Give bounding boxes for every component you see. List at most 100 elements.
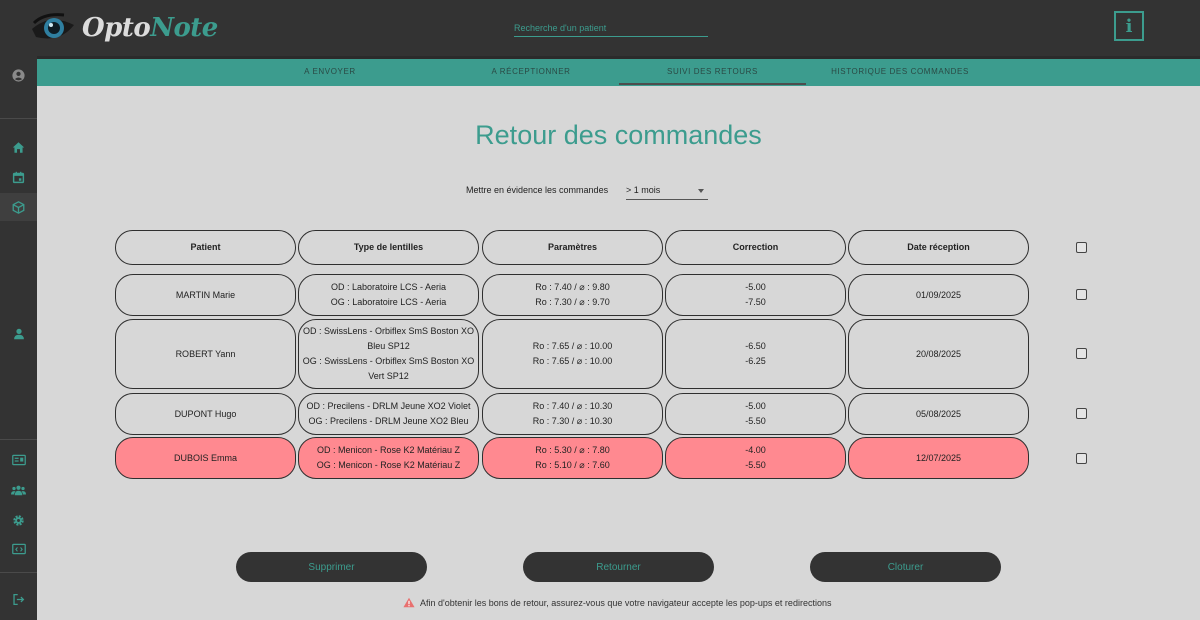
row-4-params: Ro : 5.30 / ⌀ : 7.80 Ro : 5.10 / ⌀ : 7.6… — [482, 437, 663, 479]
correction-od: -5.00 — [745, 401, 766, 411]
row-4-date: 12/07/2025 — [848, 437, 1029, 479]
home-icon[interactable] — [0, 133, 37, 161]
lens-og: OG : Menicon - Rose K2 Matériau Z — [316, 460, 461, 470]
gear-icon[interactable] — [0, 506, 37, 534]
row-4-checkbox[interactable] — [1076, 453, 1087, 464]
row-2-patient: ROBERT Yann — [115, 319, 296, 389]
delete-button[interactable]: Supprimer — [236, 552, 427, 582]
row-1-patient: MARTIN Marie — [115, 274, 296, 316]
correction-od: -5.00 — [745, 282, 766, 292]
correction-og: -5.50 — [745, 460, 766, 470]
code-window-icon[interactable] — [0, 535, 37, 563]
reception-date: 01/09/2025 — [915, 289, 962, 300]
params-og: Ro : 7.65 / ⌀ : 10.00 — [532, 356, 613, 366]
params-od: Ro : 5.30 / ⌀ : 7.80 — [535, 445, 610, 455]
page-title: Retour des commandes — [475, 120, 762, 150]
info-button[interactable]: i — [1114, 11, 1144, 41]
header-parameters: Paramètres — [482, 230, 663, 265]
return-button[interactable]: Retourner — [523, 552, 714, 582]
row-3-correction: -5.00 -5.50 — [665, 393, 846, 435]
row-4-correction: -4.00 -5.50 — [665, 437, 846, 479]
patient-name: DUBOIS Emma — [173, 452, 237, 463]
header-correction: Correction — [665, 230, 846, 265]
correction-od: -4.00 — [745, 445, 766, 455]
row-4-lens: OD : Menicon - Rose K2 Matériau Z OG : M… — [298, 437, 479, 479]
patient-search-input[interactable] — [514, 19, 708, 37]
sidebar-divider — [0, 572, 37, 573]
top-bar: OptoNote i — [0, 0, 1200, 56]
app-logo[interactable]: OptoNote — [30, 8, 218, 48]
logo-text: OptoNote — [82, 13, 218, 43]
lens-od: OD : SwissLens - Orbiflex SmS Boston XO — [302, 326, 475, 336]
logout-icon[interactable] — [0, 585, 37, 613]
row-3-params: Ro : 7.40 / ⌀ : 10.30 Ro : 7.30 / ⌀ : 10… — [482, 393, 663, 435]
id-card-icon[interactable] — [0, 446, 37, 474]
warning-icon — [403, 597, 415, 608]
header-lens-type: Type de lentilles — [298, 230, 479, 265]
row-4-patient: DUBOIS Emma — [115, 437, 296, 479]
params-og: Ro : 7.30 / ⌀ : 9.70 — [535, 297, 610, 307]
sidebar-divider — [0, 439, 37, 440]
lens-od: OD : Laboratoire LCS - Aeria — [330, 282, 447, 292]
lens-od: OD : Menicon - Rose K2 Matériau Z — [316, 445, 461, 455]
lens-og: OG : Precilens - DRLM Jeune XO2 Bleu — [308, 416, 469, 426]
lens-og: OG : SwissLens - Orbiflex SmS Boston XO — [302, 356, 475, 366]
correction-og: -7.50 — [745, 297, 766, 307]
highlight-filter-value: > 1 mois — [626, 185, 661, 195]
tab-suivi-des-retours[interactable]: SUIVI DES RETOURS — [619, 67, 806, 76]
calendar-icon[interactable] — [0, 163, 37, 191]
person-icon[interactable] — [0, 320, 37, 348]
box-icon[interactable] — [0, 193, 37, 221]
lens-og: OG : Laboratoire LCS - Aeria — [330, 297, 447, 307]
row-1-lens: OD : Laboratoire LCS - Aeria OG : Labora… — [298, 274, 479, 316]
notice-text: Afin d'obtenir les bons de retour, assur… — [420, 597, 832, 608]
row-2-checkbox[interactable] — [1076, 348, 1087, 359]
reception-date: 12/07/2025 — [915, 452, 962, 463]
row-2-lens: OD : SwissLens - Orbiflex SmS Boston XO … — [298, 319, 479, 389]
reception-date: 20/08/2025 — [915, 348, 962, 359]
eye-logo-icon — [32, 13, 74, 39]
tab-historique-des-commandes[interactable]: HISTORIQUE DES COMMANDES — [817, 67, 983, 76]
row-3-date: 05/08/2025 — [848, 393, 1029, 435]
correction-og: -5.50 — [745, 416, 766, 426]
tabs-bar: A ENVOYER A RÉCEPTIONNER SUIVI DES RETOU… — [37, 56, 1200, 86]
row-1-checkbox[interactable] — [1076, 289, 1087, 300]
correction-og: -6.25 — [745, 356, 766, 366]
logo-text-part1: Opto — [82, 13, 151, 43]
highlight-filter-select[interactable]: > 1 mois — [626, 182, 708, 200]
row-2-date: 20/08/2025 — [848, 319, 1029, 389]
row-1-params: Ro : 7.40 / ⌀ : 9.80 Ro : 7.30 / ⌀ : 9.7… — [482, 274, 663, 316]
popup-notice: Afin d'obtenir les bons de retour, assur… — [403, 597, 831, 608]
sidebar-divider — [0, 118, 37, 119]
row-3-checkbox[interactable] — [1076, 408, 1087, 419]
params-od: Ro : 7.40 / ⌀ : 10.30 — [532, 401, 613, 411]
active-tab-indicator — [619, 83, 806, 85]
row-3-patient: DUPONT Hugo — [115, 393, 296, 435]
lens-og-cont: Vert SP12 — [368, 371, 409, 381]
group-icon[interactable] — [0, 476, 37, 504]
lens-od: OD : Precilens - DRLM Jeune XO2 Violet — [306, 401, 471, 411]
patient-name: ROBERT Yann — [175, 348, 236, 359]
correction-od: -6.50 — [745, 341, 766, 351]
logo-text-part2: Note — [150, 13, 218, 43]
params-od: Ro : 7.65 / ⌀ : 10.00 — [532, 341, 613, 351]
row-1-correction: -5.00 -7.50 — [665, 274, 846, 316]
params-og: Ro : 5.10 / ⌀ : 7.60 — [535, 460, 610, 470]
patient-name: MARTIN Marie — [175, 289, 236, 300]
sidebar — [0, 56, 37, 620]
header-patient: Patient — [115, 230, 296, 265]
reception-date: 05/08/2025 — [915, 408, 962, 419]
user-circle-icon[interactable] — [0, 61, 37, 89]
row-1-date: 01/09/2025 — [848, 274, 1029, 316]
tab-a-receptionner[interactable]: A RÉCEPTIONNER — [457, 67, 605, 76]
row-3-lens: OD : Precilens - DRLM Jeune XO2 Violet O… — [298, 393, 479, 435]
close-orders-button[interactable]: Cloturer — [810, 552, 1001, 582]
lens-od-cont: Bleu SP12 — [367, 341, 410, 351]
tab-a-envoyer[interactable]: A ENVOYER — [277, 67, 383, 76]
select-all-checkbox[interactable] — [1076, 242, 1087, 253]
row-2-correction: -6.50 -6.25 — [665, 319, 846, 389]
patient-name: DUPONT Hugo — [174, 408, 237, 419]
params-og: Ro : 7.30 / ⌀ : 10.30 — [532, 416, 613, 426]
highlight-filter-label: Mettre en évidence les commandes — [466, 185, 609, 195]
header-date-reception: Date réception — [848, 230, 1029, 265]
